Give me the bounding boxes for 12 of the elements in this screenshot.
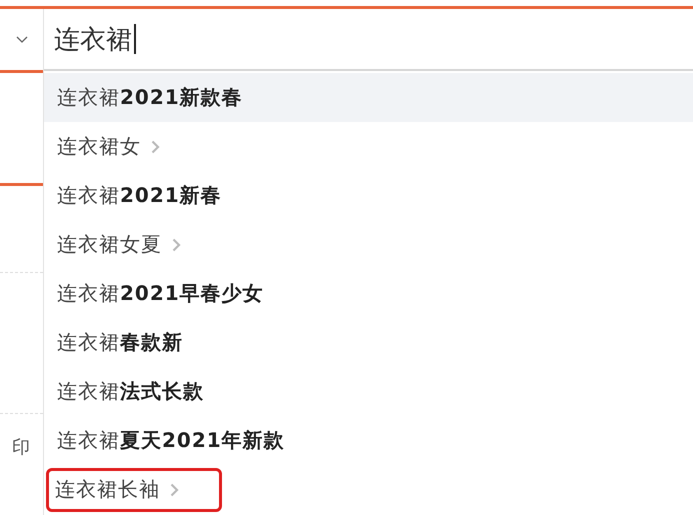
- category-label: 印: [12, 436, 31, 459]
- suggestion-item[interactable]: 连衣裙长袖: [55, 476, 160, 503]
- suggestion-item[interactable]: 连衣裙女: [57, 133, 141, 160]
- suggestion-item[interactable]: 连衣裙春款新: [57, 329, 183, 356]
- suggestion-item[interactable]: 连衣裙夏天2021年新款: [57, 427, 285, 454]
- chevron-down-icon: [16, 36, 28, 44]
- suggestion-item[interactable]: 连衣裙女夏: [57, 231, 162, 258]
- suggestion-item[interactable]: 连衣裙2021新春: [57, 182, 222, 209]
- suggestion-item[interactable]: 连衣裙2021新款春: [57, 84, 243, 111]
- suggestion-item[interactable]: 连衣裙2021早春少女: [57, 280, 264, 307]
- suggestion-item[interactable]: 连衣裙法式长款: [57, 378, 204, 405]
- search-field[interactable]: 连衣裙: [44, 9, 693, 71]
